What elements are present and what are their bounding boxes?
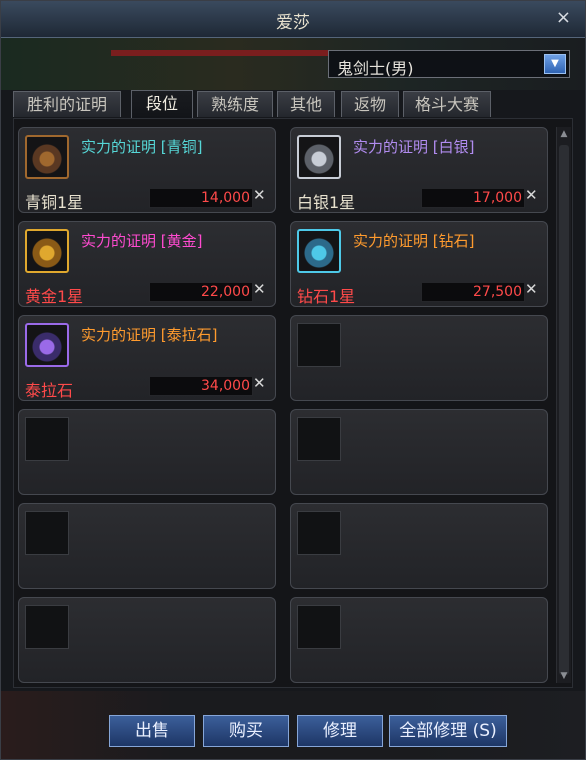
empty-item-slot[interactable] xyxy=(290,409,548,495)
crossed-swords-icon: ✕ xyxy=(525,186,538,204)
scroll-thumb[interactable] xyxy=(559,145,569,675)
item-grade: 泰拉石 xyxy=(25,381,74,400)
scrollbar[interactable]: ▲ ▼ xyxy=(556,127,571,683)
item-name: 实力的证明 [黄金] xyxy=(81,232,203,250)
item-price: 17,000 xyxy=(473,190,522,206)
empty-item-slot[interactable] xyxy=(290,315,548,401)
price-box: 14,000 xyxy=(149,188,253,208)
shop-item-slot[interactable]: 实力的证明 [泰拉石] 泰拉石 34,000 ✕ xyxy=(18,315,276,401)
window-title: 爱莎 xyxy=(276,13,310,33)
chevron-down-icon[interactable]: ▼ xyxy=(544,54,566,74)
gold-medal-icon[interactable] xyxy=(25,229,69,273)
item-name: 实力的证明 [钻石] xyxy=(353,232,475,250)
tab-bar: 胜利的证明 段位 熟练度 其他 返物 格斗大赛 xyxy=(13,90,583,119)
tab-rank[interactable]: 段位 xyxy=(131,90,193,118)
crossed-swords-icon: ✕ xyxy=(525,280,538,298)
scroll-down-icon[interactable]: ▼ xyxy=(557,669,571,683)
item-price: 27,500 xyxy=(473,284,522,300)
title-bar[interactable]: 爱莎 × xyxy=(1,1,585,38)
item-name: 实力的证明 [泰拉石] xyxy=(81,326,218,344)
background-decoration xyxy=(111,50,331,56)
character-select-value: 鬼剑士(男) xyxy=(337,59,414,78)
empty-icon-frame xyxy=(297,417,341,461)
tab-proficiency[interactable]: 熟练度 xyxy=(197,91,273,117)
empty-icon-frame xyxy=(297,605,341,649)
item-price: 14,000 xyxy=(201,190,250,206)
shop-item-slot[interactable]: 实力的证明 [钻石] 钻石1星 27,500 ✕ xyxy=(290,221,548,307)
crossed-swords-icon: ✕ xyxy=(253,280,266,298)
close-icon[interactable]: × xyxy=(556,7,571,28)
item-grade: 钻石1星 xyxy=(297,287,356,306)
repair-button[interactable]: 修理 xyxy=(297,715,383,747)
empty-item-slot[interactable] xyxy=(18,409,276,495)
terra-medal-icon[interactable] xyxy=(25,323,69,367)
empty-item-slot[interactable] xyxy=(18,503,276,589)
item-name: 实力的证明 [青铜] xyxy=(81,138,203,156)
empty-item-slot[interactable] xyxy=(290,503,548,589)
tab-victory-proof[interactable]: 胜利的证明 xyxy=(13,91,121,117)
crossed-swords-icon: ✕ xyxy=(253,374,266,392)
item-grade: 青铜1星 xyxy=(25,193,84,212)
item-price: 22,000 xyxy=(201,284,250,300)
shop-item-slot[interactable]: 实力的证明 [黄金] 黄金1星 22,000 ✕ xyxy=(18,221,276,307)
empty-icon-frame xyxy=(25,605,69,649)
price-box: 22,000 xyxy=(149,282,253,302)
empty-icon-frame xyxy=(297,323,341,367)
price-box: 34,000 xyxy=(149,376,253,396)
empty-icon-frame xyxy=(25,511,69,555)
item-price: 34,000 xyxy=(201,378,250,394)
buy-button[interactable]: 购买 xyxy=(203,715,289,747)
shop-window: 爱莎 × 鬼剑士(男) ▼ 胜利的证明 段位 熟练度 其他 返物 格斗大赛 实力… xyxy=(0,0,586,760)
character-select[interactable]: 鬼剑士(男) ▼ xyxy=(328,50,570,78)
crossed-swords-icon: ✕ xyxy=(253,186,266,204)
repair-all-button[interactable]: 全部修理 (S) xyxy=(389,715,507,747)
bronze-medal-icon[interactable] xyxy=(25,135,69,179)
item-grade: 黄金1星 xyxy=(25,287,84,306)
tab-other[interactable]: 其他 xyxy=(277,91,335,117)
price-box: 27,500 xyxy=(421,282,525,302)
shop-item-slot[interactable]: 实力的证明 [青铜] 青铜1星 14,000 ✕ xyxy=(18,127,276,213)
empty-item-slot[interactable] xyxy=(18,597,276,683)
shop-item-slot[interactable]: 实力的证明 [白银] 白银1星 17,000 ✕ xyxy=(290,127,548,213)
empty-icon-frame xyxy=(297,511,341,555)
item-grade: 白银1星 xyxy=(297,193,356,212)
silver-medal-icon[interactable] xyxy=(297,135,341,179)
tab-fighting-contest[interactable]: 格斗大赛 xyxy=(403,91,491,117)
diamond-medal-icon[interactable] xyxy=(297,229,341,273)
tab-return-items[interactable]: 返物 xyxy=(341,91,399,117)
empty-icon-frame xyxy=(25,417,69,461)
price-box: 17,000 xyxy=(421,188,525,208)
item-grid: 实力的证明 [青铜] 青铜1星 14,000 ✕ 实力的证明 [白银] 白银1星 17,00… xyxy=(13,118,573,688)
sell-button[interactable]: 出售 xyxy=(109,715,195,747)
empty-item-slot[interactable] xyxy=(290,597,548,683)
scroll-up-icon[interactable]: ▲ xyxy=(557,127,571,141)
item-name: 实力的证明 [白银] xyxy=(353,138,475,156)
